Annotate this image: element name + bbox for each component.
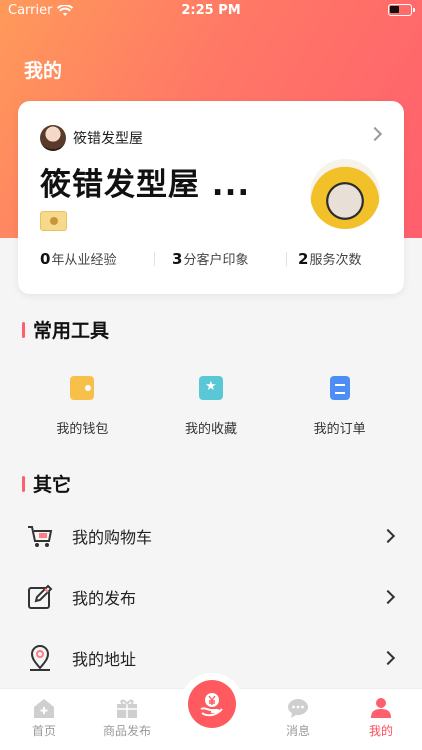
battery-icon bbox=[388, 4, 415, 16]
chevron-right-icon bbox=[380, 650, 396, 665]
stat-label: 分客户印象 bbox=[183, 252, 249, 268]
chevron-right-icon bbox=[380, 589, 396, 604]
tab-label: 商品发布 bbox=[102, 724, 151, 738]
tab-messages[interactable]: 消息 bbox=[263, 697, 333, 739]
home-icon bbox=[34, 699, 54, 718]
section-marker bbox=[22, 321, 25, 338]
list-item-label: 我的购物车 bbox=[72, 527, 153, 547]
profile-card[interactable]: 筱错发型屋 筱错发型屋 ... 0年从业经验 3分客户印象 2服务次数 bbox=[18, 101, 404, 294]
shop-name-small: 筱错发型屋 bbox=[73, 131, 143, 147]
chevron-right-icon bbox=[380, 528, 396, 543]
tool-orders[interactable]: 我的订单 bbox=[275, 376, 404, 446]
cart-icon bbox=[28, 525, 53, 547]
stat-label: 年从业经验 bbox=[51, 252, 117, 268]
profile-stats: 0年从业经验 3分客户印象 2服务次数 bbox=[18, 244, 404, 272]
list-item-cart[interactable]: 我的购物车 bbox=[0, 505, 422, 566]
tool-label: 我的钱包 bbox=[56, 422, 109, 437]
location-pin-icon bbox=[30, 644, 50, 671]
wallet-icon bbox=[70, 376, 95, 400]
tab-label: 首页 bbox=[31, 724, 56, 738]
other-list: 我的购物车 我的发布 我的地址 bbox=[0, 505, 422, 688]
stat-value: 3 bbox=[172, 249, 183, 268]
status-time: 2:25 PM bbox=[181, 3, 241, 18]
edit-icon bbox=[28, 584, 53, 609]
section-title: 其它 bbox=[33, 474, 72, 496]
yuan-hand-icon bbox=[200, 693, 223, 717]
document-icon bbox=[329, 376, 350, 400]
shop-name-large: 筱错发型屋 ... bbox=[40, 167, 251, 203]
folder-star-icon bbox=[199, 376, 223, 400]
page-title: 我的 bbox=[24, 60, 63, 82]
money-hand-icon[interactable] bbox=[188, 680, 236, 728]
stat-impression: 3分客户印象 bbox=[146, 249, 278, 268]
chevron-right-icon[interactable] bbox=[367, 126, 383, 142]
stat-value: 0 bbox=[40, 249, 51, 268]
section-title: 常用工具 bbox=[33, 320, 110, 342]
medal-badge-icon bbox=[40, 211, 67, 231]
stat-experience: 0年从业经验 bbox=[18, 249, 146, 268]
tool-label: 我的订单 bbox=[313, 422, 366, 437]
tab-publish[interactable]: 商品发布 bbox=[92, 697, 162, 739]
stat-value: 2 bbox=[298, 249, 309, 268]
section-tools: 常用工具 bbox=[22, 316, 109, 343]
tool-favorites[interactable]: 我的收藏 bbox=[147, 376, 276, 446]
tab-label: 消息 bbox=[285, 724, 310, 738]
tools-grid: 我的钱包 我的收藏 我的订单 bbox=[18, 376, 404, 446]
stat-label: 服务次数 bbox=[309, 252, 362, 268]
section-other: 其它 bbox=[22, 470, 71, 497]
shop-row[interactable]: 筱错发型屋 bbox=[40, 125, 143, 151]
chat-bubble-icon bbox=[288, 699, 308, 718]
tab-label: 我的 bbox=[368, 724, 393, 738]
profile-avatar[interactable] bbox=[310, 159, 380, 229]
list-item-label: 我的发布 bbox=[72, 588, 137, 608]
section-marker bbox=[22, 475, 25, 492]
tool-wallet[interactable]: 我的钱包 bbox=[18, 376, 147, 446]
tool-label: 我的收藏 bbox=[185, 422, 238, 437]
avatar bbox=[40, 125, 66, 151]
gift-icon bbox=[117, 699, 137, 718]
stat-service-count: 2服务次数 bbox=[278, 249, 404, 268]
list-item-label: 我的地址 bbox=[72, 649, 137, 669]
list-item-posts[interactable]: 我的发布 bbox=[0, 566, 422, 627]
tab-mine[interactable]: 我的 bbox=[346, 697, 416, 739]
status-bar: Carrier 2:25 PM bbox=[0, 0, 422, 22]
tab-home[interactable]: 首页 bbox=[9, 697, 79, 739]
person-icon bbox=[371, 698, 391, 718]
